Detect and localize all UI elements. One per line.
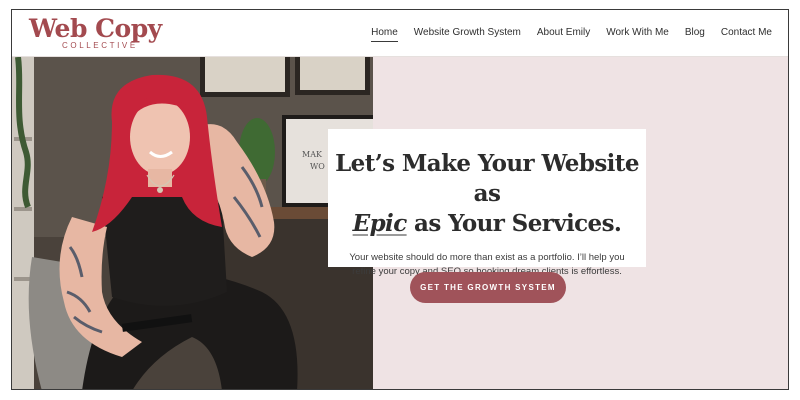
hero-section: MAK WO Let’s Make Your Website as Epic a…: [12, 57, 788, 389]
nav-item-contact-me[interactable]: Contact Me: [721, 27, 772, 42]
site-header: Web Copy COLLECTIVE Home Website Growth …: [12, 10, 788, 57]
nav-item-blog[interactable]: Blog: [685, 27, 705, 42]
browser-frame: Web Copy COLLECTIVE Home Website Growth …: [11, 9, 789, 390]
logo-subtitle: COLLECTIVE: [62, 41, 138, 50]
nav-item-home[interactable]: Home: [371, 27, 398, 42]
headline-line-1: Let’s Make Your Website as: [335, 150, 639, 207]
monitor-text: MAK: [302, 150, 323, 159]
hero-text-card: Let’s Make Your Website as Epic as Your …: [328, 129, 646, 277]
hero-headline: Let’s Make Your Website as Epic as Your …: [328, 149, 646, 239]
logo-wordmark: Web Copy: [29, 14, 162, 43]
nav-item-website-growth-system[interactable]: Website Growth System: [414, 27, 521, 42]
nav-item-work-with-me[interactable]: Work With Me: [606, 27, 669, 42]
headline-emphasis: Epic: [352, 210, 408, 237]
headline-line-2: as Your Services.: [406, 210, 622, 237]
hero-photo: MAK WO: [12, 57, 373, 389]
nav-item-about-emily[interactable]: About Emily: [537, 27, 590, 42]
svg-text:WO: WO: [310, 162, 325, 171]
site-logo[interactable]: Web Copy COLLECTIVE: [29, 15, 162, 53]
main-nav: Home Website Growth System About Emily W…: [371, 27, 772, 42]
get-growth-system-button[interactable]: GET THE GROWTH SYSTEM: [410, 272, 566, 303]
